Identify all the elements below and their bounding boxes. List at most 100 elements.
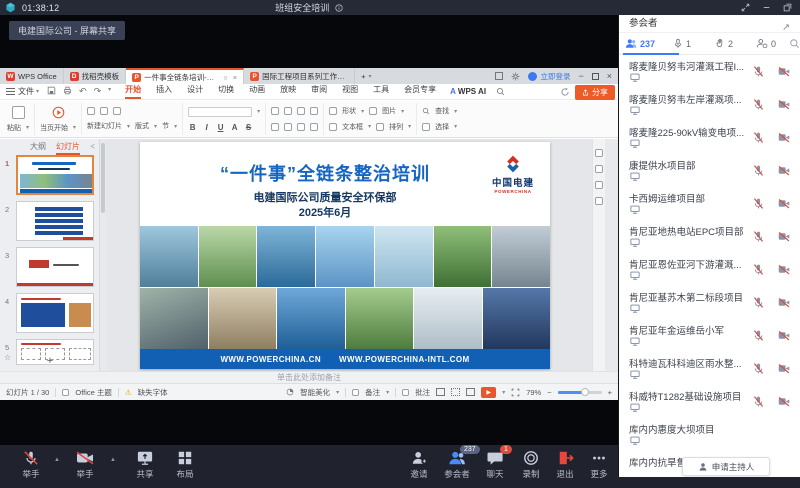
add-slide-button[interactable]: +: [0, 355, 100, 367]
tab-hands-raised[interactable]: 2: [703, 38, 745, 49]
zoom-out-button[interactable]: −: [547, 388, 551, 397]
comment-button[interactable]: 批注: [415, 387, 430, 398]
more-button[interactable]: 更多: [576, 450, 622, 480]
popout-panel-icon[interactable]: [783, 3, 792, 12]
print-icon[interactable]: [63, 86, 72, 95]
participant-mic-muted-icon[interactable]: [752, 98, 765, 111]
undo-icon[interactable]: ↶: [79, 86, 87, 97]
menu-review[interactable]: 审阅: [311, 84, 327, 99]
mic-options-caret[interactable]: ▲: [54, 457, 60, 463]
participant-camera-muted-icon[interactable]: [777, 263, 791, 276]
menu-member[interactable]: 会员专享: [404, 84, 436, 99]
bullet-list-icon[interactable]: [271, 107, 279, 115]
select-button[interactable]: 选择: [435, 122, 449, 132]
font-color-button[interactable]: A: [230, 123, 239, 132]
participant-row[interactable]: 喀麦隆贝努韦左岸灌溉项...: [629, 92, 793, 125]
participant-camera-muted-icon[interactable]: [777, 230, 791, 243]
zoom-slider-knob[interactable]: [581, 388, 589, 396]
participant-camera-muted-icon[interactable]: [777, 98, 791, 111]
zoom-in-button[interactable]: +: [608, 388, 612, 397]
participant-row[interactable]: 肯尼亚基苏木第二标段项目: [629, 290, 793, 323]
participant-camera-muted-icon[interactable]: [777, 329, 791, 342]
participant-row[interactable]: 科威特T1282基础设施项目: [629, 389, 793, 422]
shapes-button[interactable]: 形状: [342, 106, 356, 116]
pin-tab-icon[interactable]: ○: [223, 73, 228, 82]
slide-thumbnail[interactable]: [16, 155, 94, 195]
new-slide-button[interactable]: 新建幻灯片: [87, 121, 122, 131]
menu-slideshow[interactable]: 放映: [280, 84, 296, 99]
properties-icon[interactable]: [595, 149, 603, 157]
login-button[interactable]: 立即登录: [528, 71, 570, 82]
missing-font-label[interactable]: 缺失字体: [138, 387, 168, 398]
save-icon[interactable]: [47, 86, 56, 95]
current-slide[interactable]: “一件事”全链条整治培训 电建国际公司质量安全环保部 2025年6月 中国电建 …: [140, 142, 550, 369]
line-spacing-icon[interactable]: [310, 107, 318, 115]
theme-label[interactable]: Office 主题: [75, 387, 112, 398]
notes-button[interactable]: 备注: [365, 387, 380, 398]
beautify-button[interactable]: 智能美化: [300, 387, 330, 398]
strike-button[interactable]: S: [244, 123, 253, 132]
camera-options-caret[interactable]: ▲: [110, 457, 116, 463]
reading-view-icon[interactable]: [466, 388, 475, 396]
settings-gear-icon[interactable]: [511, 72, 520, 81]
participant-mic-muted-icon[interactable]: [752, 164, 765, 177]
menu-animation[interactable]: 动画: [249, 84, 265, 99]
participant-row[interactable]: 库内内惠度大坝项目: [629, 422, 793, 455]
sync-icon[interactable]: [560, 87, 570, 97]
wps-ai-button[interactable]: A WPS AI: [450, 87, 486, 96]
tab-all-participants[interactable]: 237: [619, 38, 661, 49]
notes-area[interactable]: 单击此处添加备注: [0, 371, 618, 383]
play-slideshow-icon[interactable]: [52, 106, 65, 119]
italic-button[interactable]: I: [202, 123, 211, 132]
font-name-input[interactable]: [188, 107, 252, 117]
menu-insert[interactable]: 插入: [156, 84, 172, 99]
redo-icon[interactable]: ↷: [94, 86, 102, 97]
info-icon[interactable]: [335, 4, 343, 12]
tab-outline[interactable]: 大纲: [30, 141, 46, 155]
animation-pane-icon[interactable]: [595, 181, 603, 189]
participant-mic-muted-icon[interactable]: [752, 395, 765, 408]
participant-mic-muted-icon[interactable]: [752, 197, 765, 210]
sorter-view-icon[interactable]: [451, 388, 460, 396]
apply-host-button[interactable]: 申请主持人: [682, 457, 770, 476]
participant-mic-muted-icon[interactable]: [752, 263, 765, 276]
participant-row[interactable]: 喀麦隆225-90kV输变电项...: [629, 125, 793, 158]
participant-row[interactable]: 科特迪瓦科科迪区雨水整...: [629, 356, 793, 389]
close-window-icon[interactable]: ×: [607, 71, 612, 81]
close-tab-icon[interactable]: ×: [233, 73, 237, 82]
participant-camera-muted-icon[interactable]: [777, 65, 791, 78]
slide-thumbnail[interactable]: [16, 293, 94, 333]
layout-button[interactable]: 布局: [162, 450, 208, 480]
align-left-icon[interactable]: [271, 123, 279, 131]
align-right-icon[interactable]: [297, 123, 305, 131]
play-from-current-button[interactable]: ▶: [481, 387, 496, 398]
search-icon[interactable]: [496, 87, 505, 96]
participant-row[interactable]: 肯尼亚地热电站EPC项目部: [629, 224, 793, 257]
minimize-window-icon[interactable]: −: [578, 71, 583, 81]
participant-row[interactable]: 喀麦隆贝努韦河灌溉工程I...: [629, 59, 793, 92]
wps-docer-tab[interactable]: D 找稻壳模板: [64, 68, 127, 84]
tab-slides[interactable]: 幻灯片: [56, 141, 80, 155]
participant-mic-muted-icon[interactable]: [752, 362, 765, 375]
paste-label[interactable]: 粘贴: [7, 123, 21, 133]
participant-mic-muted-icon[interactable]: [752, 131, 765, 144]
expand-window-icon[interactable]: [741, 3, 750, 12]
arrange-button[interactable]: 排列: [389, 122, 403, 132]
indent-icon[interactable]: [297, 107, 305, 115]
play-current-label[interactable]: 当页开始: [40, 123, 68, 133]
participant-row[interactable]: 肯尼亚年金运维岳小军: [629, 323, 793, 356]
number-list-icon[interactable]: [284, 107, 292, 115]
fullscreen-icon[interactable]: [511, 388, 520, 397]
thumbnail-scrollbar[interactable]: [101, 143, 105, 213]
comment-pane-icon[interactable]: [595, 165, 603, 173]
menu-view[interactable]: 视图: [342, 84, 358, 99]
slide-thumbnail[interactable]: [16, 247, 94, 287]
paste-icon[interactable]: [12, 106, 25, 119]
wps-home-tab[interactable]: W WPS Office: [0, 68, 64, 84]
file-menu[interactable]: 文件: [18, 86, 34, 97]
wps-document-tab-active[interactable]: P 一件事全链条培训-修改.pptx ○ ×: [126, 68, 244, 84]
textbox-button[interactable]: 文本框: [342, 122, 363, 132]
participant-mic-muted-icon[interactable]: [752, 65, 765, 78]
participant-camera-muted-icon[interactable]: [777, 197, 791, 210]
tab-waiting-room[interactable]: 0: [745, 38, 787, 49]
